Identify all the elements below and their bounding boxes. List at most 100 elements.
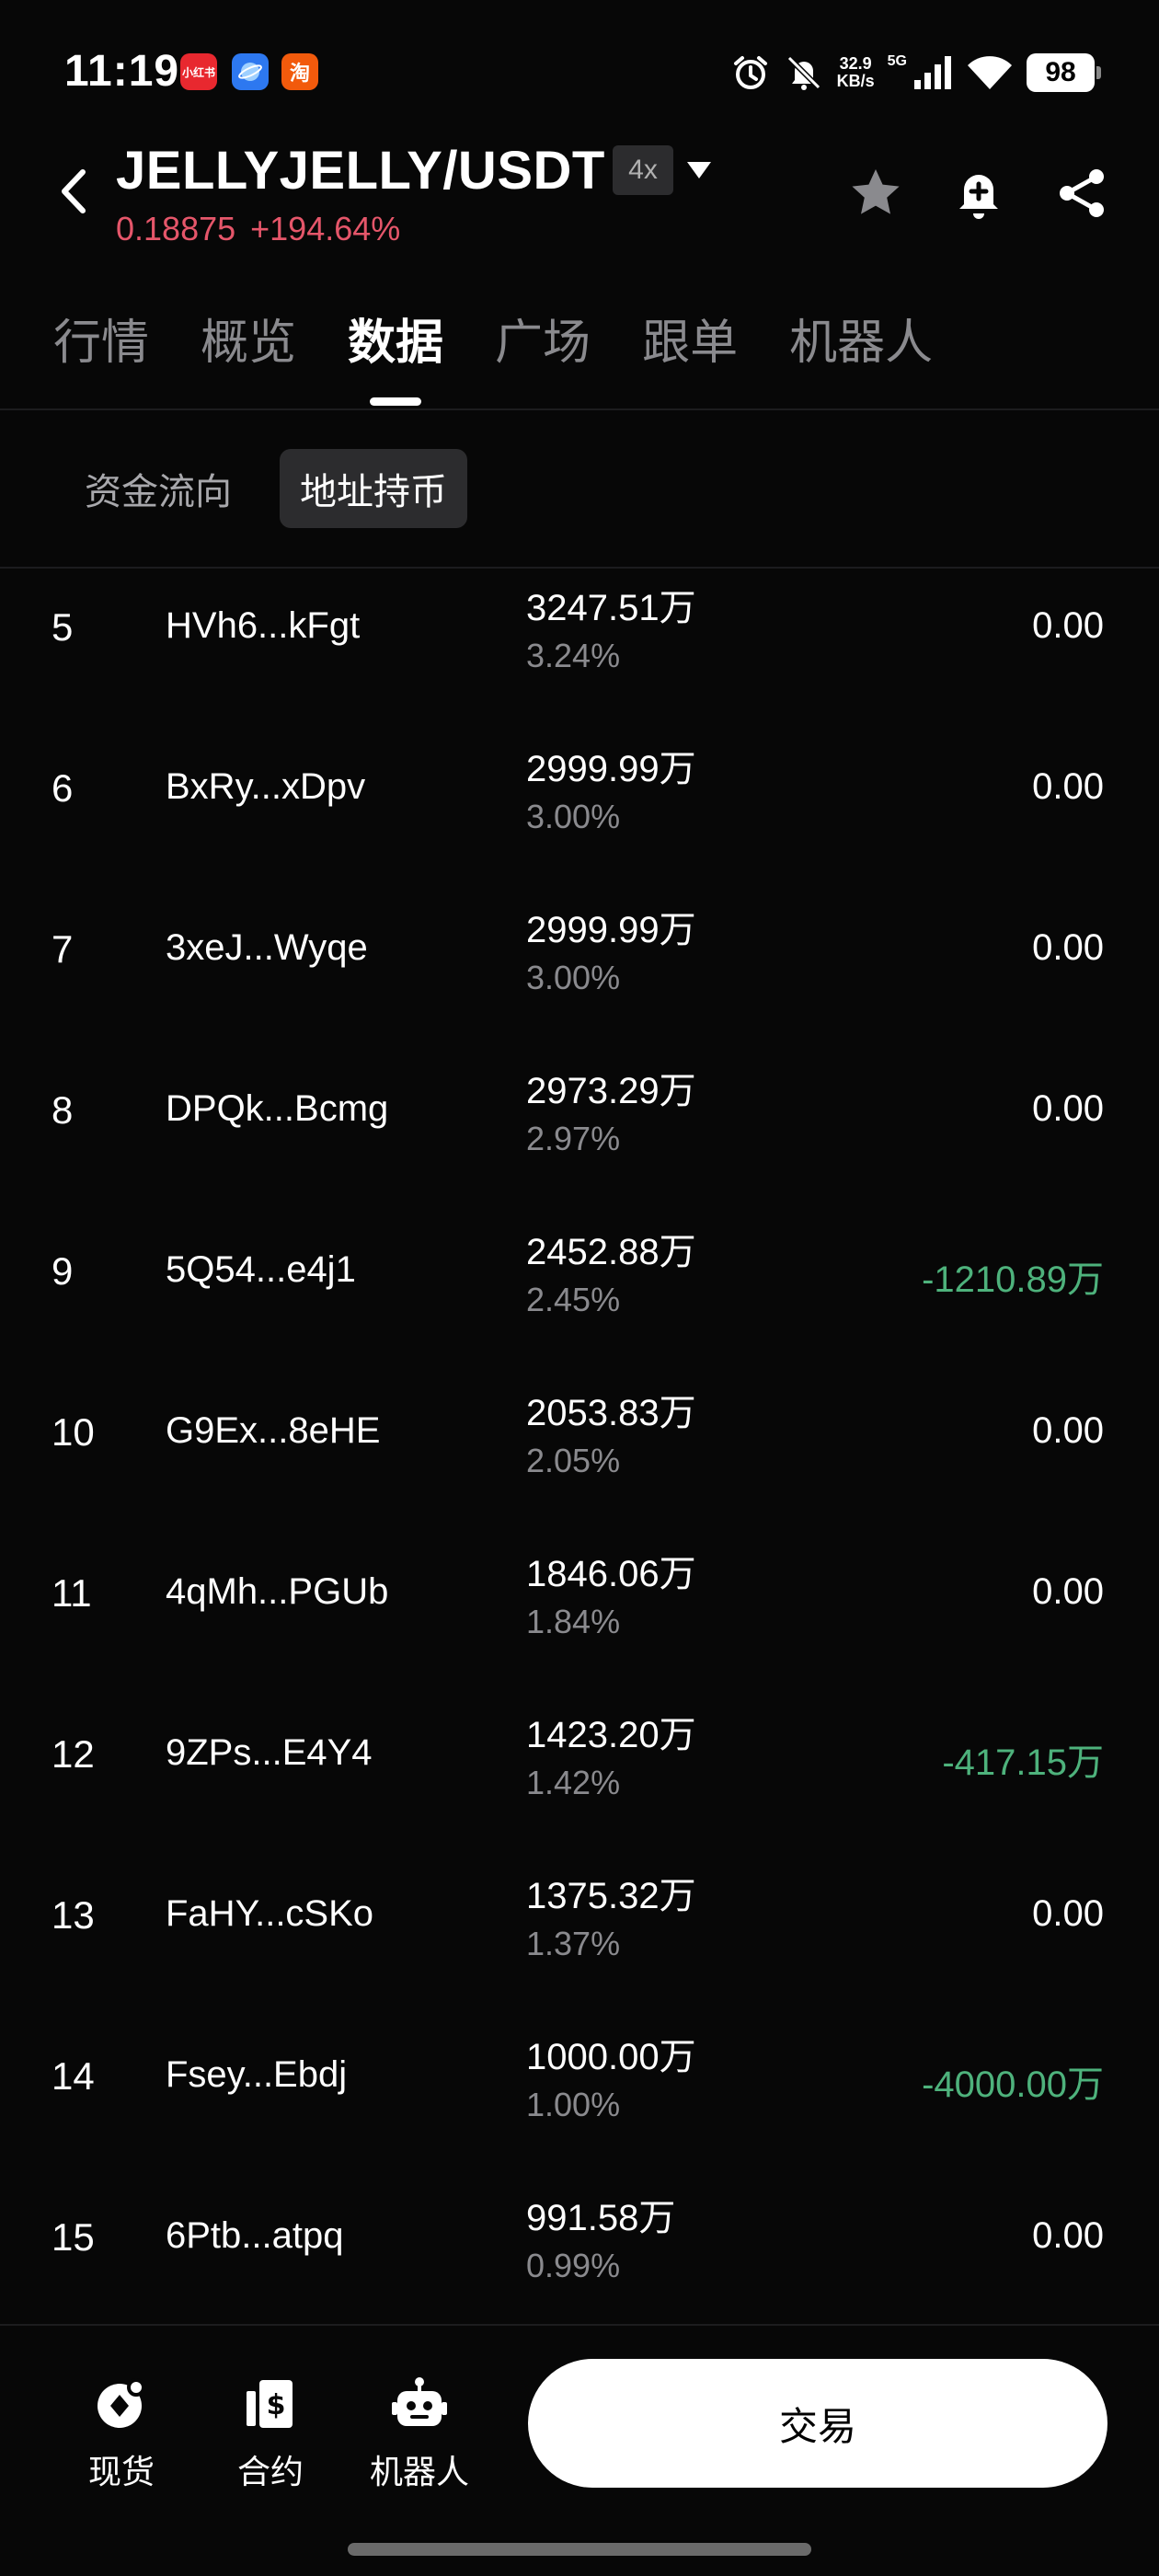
holder-address: FaHY...cSKo	[166, 1893, 374, 1934]
holder-rank: 10	[52, 1410, 95, 1454]
holder-amount: 991.58万	[526, 2198, 676, 2238]
holder-address: BxRy...xDpv	[166, 766, 366, 807]
holder-row[interactable]: 5 HVh6...kFgt 3247.51万 3.24% 0.00	[0, 569, 1159, 730]
favorite-button[interactable]	[844, 162, 907, 224]
star-icon	[852, 169, 900, 214]
holder-row[interactable]: 14 Fsey...Ebdj 1000.00万 1.00% -4000.00万	[0, 2018, 1159, 2179]
holder-percent: 3.00%	[526, 798, 621, 835]
holder-address: DPQk...Bcmg	[166, 1088, 389, 1129]
holder-amount: 1375.32万	[526, 1876, 696, 1916]
holder-row[interactable]: 9 5Q54...e4j1 2452.88万 2.45% -1210.89万	[0, 1213, 1159, 1374]
holder-row[interactable]: 10 G9Ex...8eHE 2053.83万 2.05% 0.00	[0, 1374, 1159, 1535]
pair-title[interactable]: JELLYJELLY/USDT	[116, 140, 605, 201]
holder-amount: 1846.06万	[526, 1554, 696, 1594]
pair-dropdown-button[interactable]	[684, 156, 714, 184]
taobao-app-icon: 淘	[281, 53, 318, 90]
holder-address: 3xeJ...Wyqe	[166, 927, 368, 968]
tab-copy-trading[interactable]: 跟单	[642, 304, 738, 405]
battery-indicator: 98	[1027, 53, 1101, 92]
holder-address: 9ZPs...E4Y4	[166, 1732, 373, 1773]
mute-bell-icon	[784, 52, 824, 93]
holder-percent: 2.97%	[526, 1120, 621, 1157]
holder-row[interactable]: 11 4qMh...PGUb 1846.06万 1.84% 0.00	[0, 1535, 1159, 1696]
status-icons: 32.9 KB/s 5G 98	[730, 50, 1101, 96]
wifi-icon	[966, 54, 1014, 91]
holder-change: -1210.89万	[922, 1259, 1104, 1300]
holder-change: 0.00	[1032, 1571, 1104, 1612]
nav-contract[interactable]: $ 合约	[206, 2372, 335, 2493]
tab-bot[interactable]: 机器人	[789, 304, 933, 405]
holder-rank: 6	[52, 766, 74, 810]
holder-address: G9Ex...8eHE	[166, 1410, 381, 1451]
holder-address: 4qMh...PGUb	[166, 1571, 389, 1612]
holder-percent: 0.99%	[526, 2247, 621, 2284]
holder-rank: 8	[52, 1088, 74, 1132]
holder-amount: 2452.88万	[526, 1232, 696, 1272]
holder-address: 6Ptb...atpq	[166, 2215, 344, 2256]
holder-percent: 2.45%	[526, 1281, 621, 1318]
last-price: 0.18875	[116, 210, 236, 247]
holder-rank: 15	[52, 2215, 95, 2259]
holder-rank: 11	[52, 1571, 92, 1615]
holder-amount: 2999.99万	[526, 749, 696, 789]
price-alert-button[interactable]	[947, 162, 1010, 224]
holder-percent: 3.00%	[526, 959, 621, 996]
back-button[interactable]	[50, 164, 96, 219]
robot-icon	[392, 2377, 447, 2426]
caret-down-icon	[687, 162, 711, 178]
subtab-address-holdings[interactable]: 地址持币	[280, 449, 467, 528]
holder-amount: 1423.20万	[526, 1715, 696, 1755]
holder-rank: 13	[52, 1893, 95, 1937]
trade-button[interactable]: 交易	[528, 2359, 1107, 2488]
holder-rank: 14	[52, 2054, 95, 2098]
tab-market[interactable]: 行情	[53, 304, 149, 405]
contract-icon: $	[247, 2380, 293, 2428]
tab-data[interactable]: 数据	[348, 304, 443, 405]
tab-overview[interactable]: 概览	[201, 304, 296, 405]
nav-bot[interactable]: 机器人	[355, 2372, 484, 2493]
holder-change: 0.00	[1032, 766, 1104, 807]
holder-row[interactable]: 15 6Ptb...atpq 991.58万 0.99% 0.00	[0, 2179, 1159, 2322]
svg-text:$: $	[267, 2389, 286, 2421]
holder-change: 0.00	[1032, 1088, 1104, 1129]
tabs-divider	[0, 408, 1159, 410]
holder-address: 5Q54...e4j1	[166, 1249, 356, 1290]
holder-row[interactable]: 7 3xeJ...Wyqe 2999.99万 3.00% 0.00	[0, 891, 1159, 1052]
spot-icon	[98, 2378, 145, 2428]
holder-amount: 2999.99万	[526, 910, 696, 950]
holder-rank: 5	[52, 605, 74, 649]
holder-percent: 3.24%	[526, 637, 621, 674]
holder-change: 0.00	[1032, 1893, 1104, 1934]
holder-percent: 1.84%	[526, 1603, 621, 1640]
holder-row[interactable]: 6 BxRy...xDpv 2999.99万 3.00% 0.00	[0, 730, 1159, 891]
holder-row[interactable]: 12 9ZPs...E4Y4 1423.20万 1.42% -417.15万	[0, 1696, 1159, 1857]
alarm-icon	[730, 52, 771, 93]
holder-row[interactable]: 13 FaHY...cSKo 1375.32万 1.37% 0.00	[0, 1857, 1159, 2018]
share-button[interactable]	[1050, 162, 1113, 224]
nav-spot[interactable]: 现货	[57, 2372, 186, 2493]
holder-change: -417.15万	[942, 1742, 1104, 1783]
network-type: 5G	[887, 53, 907, 69]
net-speed: 32.9 KB/s	[836, 54, 875, 90]
holder-percent: 1.00%	[526, 2086, 621, 2123]
browser-app-icon	[232, 53, 269, 90]
holder-change: 0.00	[1032, 1410, 1104, 1451]
holder-percent: 1.37%	[526, 1925, 621, 1962]
holder-amount: 1000.00万	[526, 2037, 696, 2077]
price-line: 0.18875 +194.64%	[116, 210, 400, 248]
holder-row[interactable]: 8 DPQk...Bcmg 2973.29万 2.97% 0.00	[0, 1052, 1159, 1213]
sub-tabs: 资金流向 地址持币	[64, 449, 467, 528]
nav-bot-label: 机器人	[369, 2453, 469, 2490]
nav-contract-label: 合约	[236, 2453, 304, 2490]
subtab-fund-flow[interactable]: 资金流向	[64, 449, 252, 528]
holder-amount: 3247.51万	[526, 588, 696, 628]
home-indicator[interactable]	[348, 2543, 811, 2556]
signal-icon	[912, 54, 953, 91]
bell-plus-icon	[959, 175, 998, 219]
holder-change: 0.00	[1032, 605, 1104, 646]
tab-square[interactable]: 广场	[495, 304, 591, 405]
price-change: +194.64%	[250, 210, 401, 247]
holder-address: Fsey...Ebdj	[166, 2054, 348, 2095]
main-tabs: 行情 概览 数据 广场 跟单 机器人	[53, 304, 984, 405]
holder-list[interactable]: 5 HVh6...kFgt 3247.51万 3.24% 0.00 6 BxRy...xDp…	[0, 569, 1159, 2322]
